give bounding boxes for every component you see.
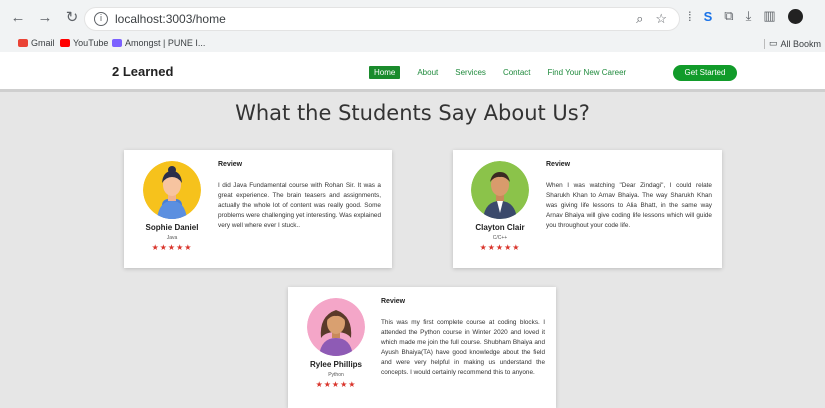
back-arrow-icon[interactable]: ← bbox=[10, 9, 26, 27]
all-bookmarks[interactable]: ▭ All Bookm bbox=[769, 38, 821, 49]
avatar bbox=[307, 298, 365, 356]
star-rating: ★★★★★ bbox=[151, 243, 193, 252]
nav-contact[interactable]: Contact bbox=[503, 68, 531, 77]
browser-nav-buttons: ← → ↻ bbox=[10, 9, 80, 27]
zoom-icon[interactable]: ⌕ bbox=[636, 11, 643, 27]
review-label: Review bbox=[546, 161, 571, 168]
browser-toolbar: ← → ↻ i localhost:3003/home ⌕ ☆ ⁞ S ⧉ ⤓ … bbox=[0, 0, 825, 36]
review-label: Review bbox=[218, 161, 243, 168]
main-nav: Home About Services Contact Find Your Ne… bbox=[369, 66, 643, 79]
youtube-icon bbox=[60, 39, 70, 47]
star-rating: ★★★★★ bbox=[479, 243, 521, 252]
student-name: Clayton Clair bbox=[475, 223, 525, 232]
nav-about[interactable]: About bbox=[417, 68, 438, 77]
bookmark-divider bbox=[764, 39, 765, 49]
student-course: C/C++ bbox=[492, 235, 508, 241]
student-name: Sophie Daniel bbox=[145, 223, 199, 232]
student-name: Rylee Phillips bbox=[309, 360, 363, 369]
address-bar[interactable]: i localhost:3003/home ⌕ ☆ bbox=[84, 7, 680, 31]
forward-arrow-icon[interactable]: → bbox=[37, 9, 53, 27]
student-course: Python bbox=[328, 372, 344, 378]
review-text: When I was watching "Dear Zindagi", I co… bbox=[546, 182, 712, 229]
extension-a-icon[interactable]: ⁞ bbox=[688, 9, 692, 24]
avatar bbox=[143, 161, 201, 219]
extension-s-icon[interactable]: S bbox=[704, 9, 713, 24]
extensions-puzzle-icon[interactable]: ⧉ bbox=[724, 8, 733, 24]
site-info-icon[interactable]: i bbox=[94, 12, 108, 26]
bookmark-star-icon[interactable]: ☆ bbox=[655, 11, 667, 27]
star-rating: ★★★★★ bbox=[315, 380, 357, 389]
review-text: This was my first complete course at cod… bbox=[381, 319, 545, 376]
bookmark-youtube[interactable]: YouTube bbox=[60, 38, 108, 48]
bookmark-label: Amongst | PUNE I... bbox=[125, 38, 206, 48]
bookmarks-bar: Gmail YouTube Amongst | PUNE I... ▭ All … bbox=[0, 36, 825, 52]
profile-avatar[interactable] bbox=[787, 8, 803, 24]
avatar bbox=[471, 161, 529, 219]
student-course: Java bbox=[166, 235, 178, 241]
side-panel-icon[interactable]: ▥ bbox=[763, 8, 775, 24]
nav-find-career[interactable]: Find Your New Career bbox=[548, 68, 627, 77]
address-url[interactable]: localhost:3003/home bbox=[115, 12, 226, 26]
folder-icon: ▭ bbox=[768, 38, 778, 48]
reload-icon[interactable]: ↻ bbox=[64, 9, 80, 27]
grid-icon bbox=[112, 39, 122, 47]
site-logo[interactable]: 2 Learned bbox=[112, 64, 173, 79]
page-title: What the Students Say About Us? bbox=[235, 101, 590, 125]
gmail-icon bbox=[18, 39, 28, 47]
bookmark-label: YouTube bbox=[73, 38, 109, 48]
review-card: Sophie Daniel Java ★★★★★ Review I did Ja… bbox=[124, 150, 392, 268]
nav-home[interactable]: Home bbox=[369, 66, 401, 79]
bookmark-amongst[interactable]: Amongst | PUNE I... bbox=[112, 38, 205, 48]
review-card: Clayton Clair C/C++ ★★★★★ Review When I … bbox=[453, 150, 722, 268]
get-started-button[interactable]: Get Started bbox=[673, 65, 737, 81]
review-label: Review bbox=[381, 298, 406, 305]
nav-services[interactable]: Services bbox=[455, 68, 486, 77]
site-header: 2 Learned Home About Services Contact Fi… bbox=[0, 52, 825, 92]
bookmark-label: Gmail bbox=[31, 38, 55, 48]
download-icon[interactable]: ⤓ bbox=[746, 8, 752, 24]
bookmark-gmail[interactable]: Gmail bbox=[18, 38, 55, 48]
review-card: Rylee Phillips Python ★★★★★ Review This … bbox=[288, 287, 556, 408]
review-text: I did Java Fundamental course with Rohan… bbox=[218, 182, 381, 229]
all-bookmarks-label: All Bookm bbox=[780, 38, 821, 49]
